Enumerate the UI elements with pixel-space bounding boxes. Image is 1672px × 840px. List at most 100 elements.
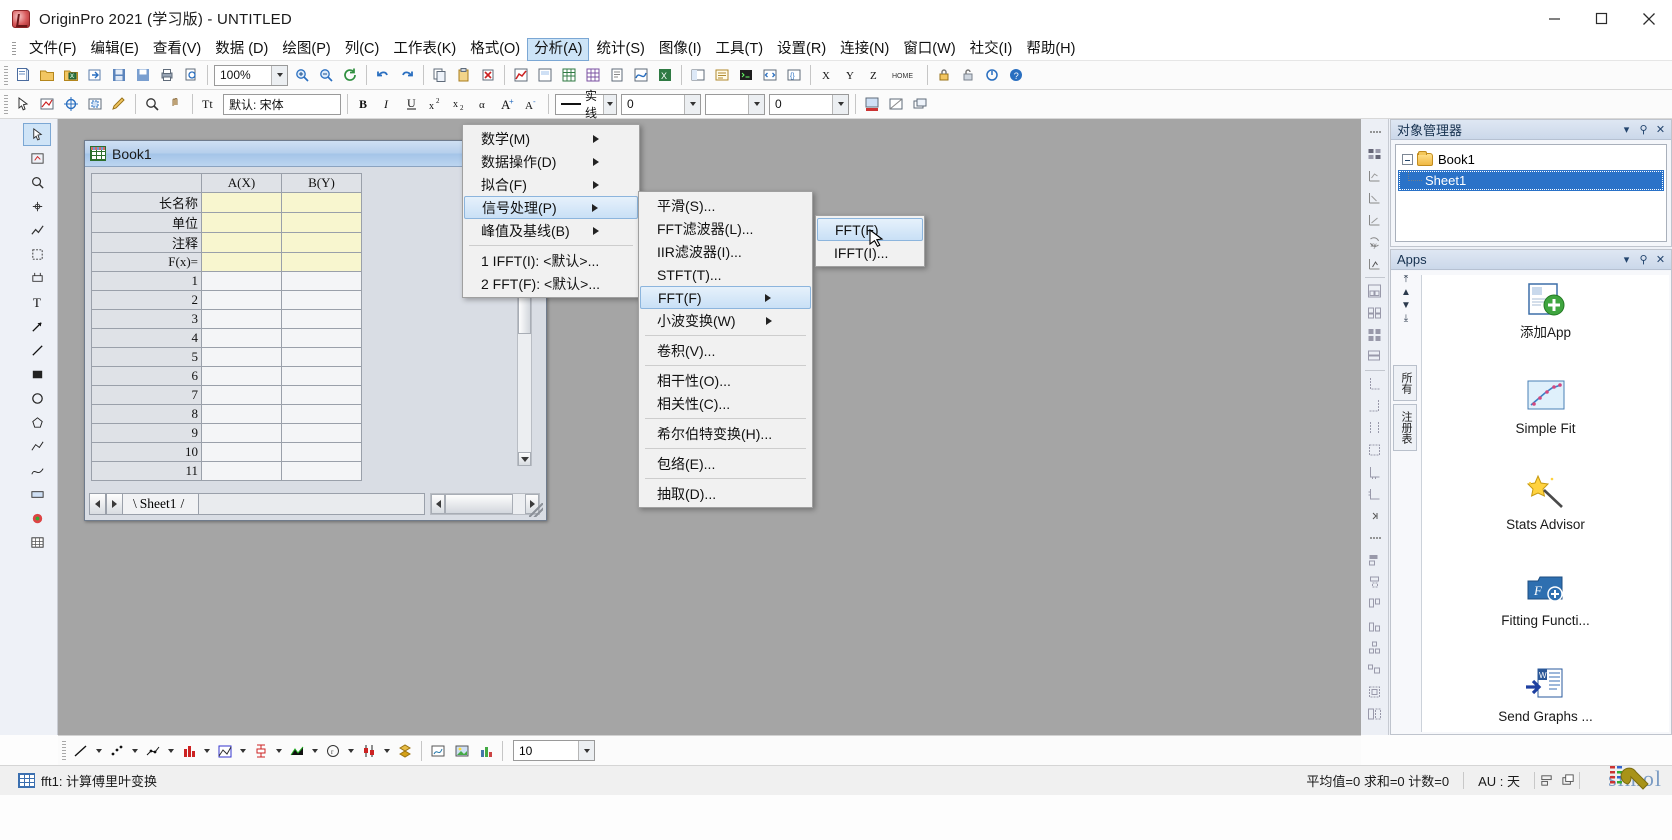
scroll-down-icon[interactable] [518,452,531,466]
superscript-icon[interactable]: x2 [425,93,447,115]
menu-item-envelope[interactable]: 包络(E)... [639,452,812,475]
cell-7-b[interactable] [281,385,362,405]
cell-11-b[interactable] [281,461,362,481]
save-template-icon[interactable] [132,64,154,86]
command-window-icon[interactable] [735,64,757,86]
pointer-icon[interactable] [23,123,51,146]
expand-strip-icon[interactable] [1363,505,1387,527]
layer-arrange-1-icon[interactable] [1363,280,1387,302]
row-header-9[interactable]: 9 [91,423,202,443]
minimize-button[interactable] [1531,0,1578,38]
close-icon[interactable]: ✕ [1654,253,1667,267]
text-tool-icon[interactable]: T [23,291,51,314]
layer-arrange-2-icon[interactable] [1363,302,1387,324]
menu-item-data-manipulation[interactable]: 数据操作(D) [463,150,639,173]
merge-graph-icon[interactable] [1363,143,1387,165]
corner-cell[interactable] [91,173,202,193]
polar-plot-icon[interactable]: r [322,740,344,762]
contour-icon[interactable] [427,740,449,762]
close-icon[interactable]: ✕ [1654,123,1667,137]
open-excel-icon[interactable]: X [60,64,82,86]
zoom-in-icon[interactable] [291,64,313,86]
axis-left-icon[interactable] [1363,373,1387,395]
add-layer-icon[interactable] [1363,165,1387,187]
arrow-tool-icon[interactable] [23,315,51,338]
menu-item-stft[interactable]: STFT(T)... [639,263,812,286]
row-header-4[interactable]: 4 [91,328,202,348]
row-header-comments[interactable]: 注释 [91,232,202,253]
save-project-icon[interactable] [108,64,130,86]
paste-icon[interactable] [453,64,475,86]
print-preview-icon[interactable] [180,64,202,86]
subscript-icon[interactable]: x2 [449,93,471,115]
line-symbol-dropdown-icon[interactable] [166,740,176,762]
project-explorer-icon[interactable] [687,64,709,86]
align-center-icon[interactable] [1363,571,1387,593]
italic-icon[interactable]: I [377,93,399,115]
line-width-combo[interactable]: 0 [621,93,701,115]
script-window-icon[interactable]: {} [783,64,805,86]
app-item-fitting-function[interactable]: F Fitting Functi... [1422,563,1669,659]
cell-10-a[interactable] [201,442,282,462]
screen-reader-icon[interactable] [23,219,51,242]
scroll-down-icon[interactable]: ▼ [1401,301,1411,311]
cell-6-b[interactable] [281,366,362,386]
cell-5-b[interactable] [281,347,362,367]
align-top-icon[interactable] [1363,593,1387,615]
ellipse-tool-icon[interactable] [23,387,51,410]
data-selector-icon[interactable] [23,243,51,266]
cell-units-b[interactable] [281,212,362,233]
menu-item-iir-filter[interactable]: IIR滤波器(I)... [639,240,812,263]
results-log-icon[interactable] [711,64,733,86]
column-plot-icon[interactable] [178,740,200,762]
cell-8-b[interactable] [281,404,362,424]
screen-reader-icon[interactable] [60,93,82,115]
cell-4-a[interactable] [201,328,282,348]
pin-icon[interactable]: ⚲ [1637,123,1650,137]
menu-preferences[interactable]: 设置(R) [770,38,833,61]
color-combo[interactable] [705,93,765,115]
app-item-stats-advisor[interactable]: Stats Advisor [1422,467,1669,563]
menu-item-hilbert-transform[interactable]: 希尔伯特变换(H)... [639,422,812,445]
undo-icon[interactable] [372,64,394,86]
extract-layer-icon[interactable] [1363,187,1387,209]
new-layout-icon[interactable] [534,64,556,86]
merge-layer-icon[interactable] [1363,209,1387,231]
layer-icon[interactable] [909,93,931,115]
menu-item-signal-processing[interactable]: 信号处理(P) [464,196,638,219]
scroll-top-icon[interactable]: ⤒ [1404,275,1408,285]
floating-column-dropdown-icon[interactable] [382,740,392,762]
layer-arrange-3-icon[interactable] [1363,324,1387,346]
menu-item-smooth[interactable]: 平滑(S)... [639,194,812,217]
menu-connectivity[interactable]: 连接(N) [833,38,896,61]
cell-10-b[interactable] [281,442,362,462]
select-object-icon[interactable] [12,93,34,115]
font-combo[interactable]: 默认: 宋体 [223,93,341,115]
align-left-icon[interactable] [1363,549,1387,571]
new-notes-icon[interactable] [606,64,628,86]
column-header-b[interactable]: B(Y) [281,173,362,193]
chevron-down-icon[interactable] [578,741,594,760]
row-header-fx[interactable]: F(x)= [91,252,202,272]
cell-8-a[interactable] [201,404,282,424]
z-function-icon[interactable]: Z [864,64,886,86]
group-icon[interactable] [1363,681,1387,703]
status-layout-icon[interactable] [1535,770,1557,792]
worksheet-table[interactable]: A(X) B(Y) 长名称 单位 注释 F(x)= 1 2 3 4 5 6 7 … [91,173,362,481]
line-tool-icon[interactable] [23,339,51,362]
new-project-icon[interactable] [12,64,34,86]
status-stack-icon[interactable] [1557,770,1579,792]
line-plot-icon[interactable] [70,740,92,762]
new-excel-icon[interactable]: X [654,64,676,86]
exchange-xy-icon[interactable]: xy [1363,231,1387,253]
row-header-units[interactable]: 单位 [91,212,202,233]
polygon-tool-icon[interactable] [23,411,51,434]
scatter-plot-icon[interactable] [106,740,128,762]
row-header-2[interactable]: 2 [91,290,202,310]
menu-window[interactable]: 窗口(W) [896,38,962,61]
apps-tab-registry[interactable]: 注册表 [1393,404,1417,451]
help-icon[interactable]: ? [1005,64,1027,86]
menu-item-mathematics[interactable]: 数学(M) [463,127,639,150]
align-bottom-icon[interactable] [1363,615,1387,637]
axis-right-icon[interactable] [1363,395,1387,417]
